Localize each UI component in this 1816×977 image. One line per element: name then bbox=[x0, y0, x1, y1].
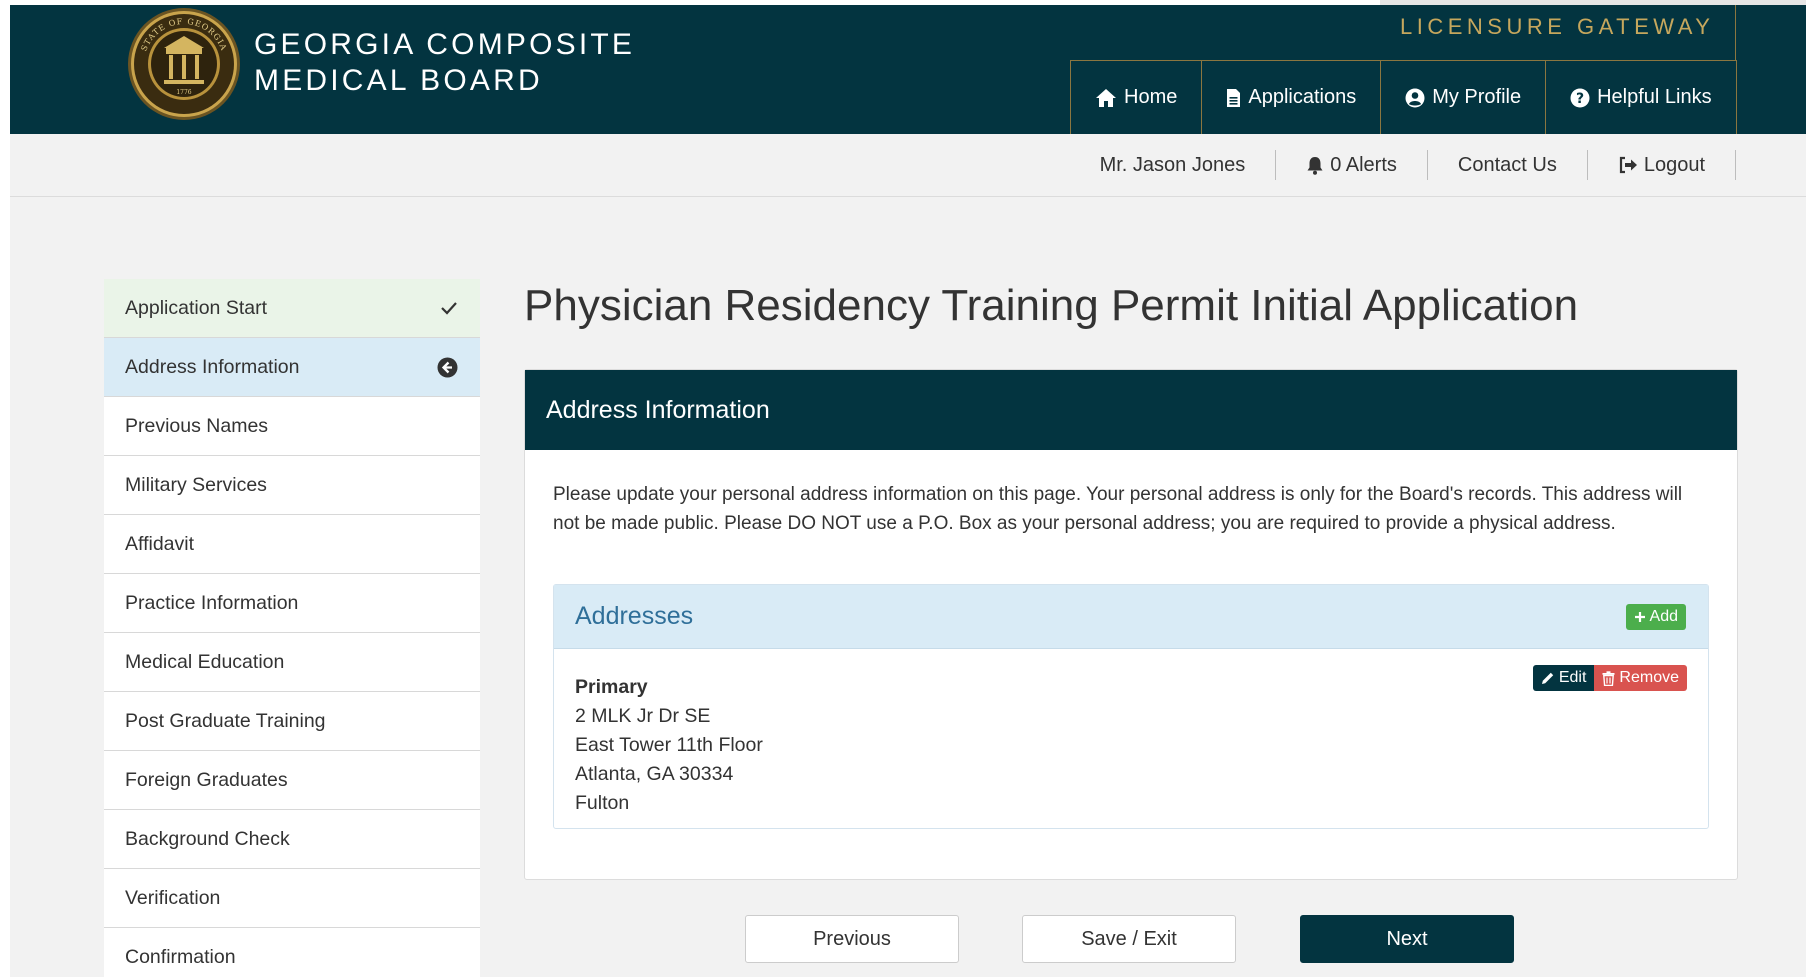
address-type: Primary bbox=[575, 676, 648, 698]
sidebar-item-label: Foreign Graduates bbox=[125, 768, 288, 791]
sidebar-item-foreign-graduates[interactable]: Foreign Graduates bbox=[104, 751, 480, 810]
sidebar-item-label: Post Graduate Training bbox=[125, 709, 326, 732]
plus-icon bbox=[1634, 611, 1645, 622]
remove-address-button[interactable]: Remove bbox=[1594, 665, 1687, 691]
sidebar-item-medical-education[interactable]: Medical Education bbox=[104, 633, 480, 692]
remove-address-label: Remove bbox=[1619, 669, 1679, 686]
previous-button-label: Previous bbox=[813, 927, 891, 950]
pencil-icon bbox=[1541, 672, 1554, 684]
brand-line-1: GEORGIA COMPOSITE bbox=[254, 28, 636, 61]
question-circle-icon: ? bbox=[1570, 88, 1590, 107]
home-icon bbox=[1096, 88, 1116, 107]
addresses-header: Addresses Add bbox=[554, 585, 1708, 649]
edit-address-button[interactable]: Edit bbox=[1532, 665, 1595, 691]
brand-line-2: MEDICAL BOARD bbox=[254, 64, 543, 97]
alerts-label: 0 Alerts bbox=[1330, 153, 1397, 176]
nav-my-profile-label: My Profile bbox=[1432, 86, 1522, 108]
page-frame: STATE OF GEORGIA 1776 GEORGIA COMPOSITE … bbox=[10, 5, 1806, 977]
application-steps-sidebar: Application Start Address Information Pr… bbox=[104, 279, 480, 977]
sidebar-item-post-graduate-training[interactable]: Post Graduate Training bbox=[104, 692, 480, 751]
addresses-title: Addresses bbox=[575, 602, 694, 630]
address-instructions: Please update your personal address info… bbox=[553, 484, 1683, 534]
address-line-1: 2 MLK Jr Dr SE bbox=[575, 705, 711, 727]
sidebar-item-application-start[interactable]: Application Start bbox=[104, 279, 480, 338]
address-information-panel: Address Information Please update your p… bbox=[524, 369, 1738, 880]
nav-applications-label: Applications bbox=[1248, 86, 1357, 108]
sidebar-item-military-services[interactable]: Military Services bbox=[104, 456, 480, 515]
sidebar-item-label: Military Services bbox=[125, 473, 267, 496]
document-icon bbox=[1227, 88, 1241, 107]
user-name-link[interactable]: Mr. Jason Jones bbox=[1070, 150, 1277, 180]
sidebar-item-practice-information[interactable]: Practice Information bbox=[104, 574, 480, 633]
logout-icon bbox=[1619, 156, 1637, 174]
user-name: Mr. Jason Jones bbox=[1099, 153, 1246, 176]
sidebar-item-label: Affidavit bbox=[125, 532, 195, 555]
save-exit-button[interactable]: Save / Exit bbox=[1022, 915, 1236, 963]
address-entry: Primary 2 MLK Jr Dr SE East Tower 11th F… bbox=[575, 673, 763, 818]
nav-applications[interactable]: Applications bbox=[1202, 61, 1382, 134]
arrow-left-circle-icon bbox=[437, 357, 458, 377]
svg-text:1776: 1776 bbox=[176, 89, 191, 96]
address-line-2: East Tower 11th Floor bbox=[575, 734, 763, 756]
panel-header: Address Information bbox=[525, 370, 1737, 450]
addresses-box: Addresses Add Primary 2 MLK Jr Dr SE Eas… bbox=[553, 584, 1709, 829]
nav-helpful-links-label: Helpful Links bbox=[1597, 86, 1712, 108]
next-button-label: Next bbox=[1386, 927, 1428, 950]
checkmark-icon bbox=[441, 302, 457, 315]
add-address-label: Add bbox=[1649, 607, 1678, 625]
window-right-edge bbox=[1806, 0, 1816, 977]
sidebar-item-label: Confirmation bbox=[125, 945, 236, 968]
sidebar-item-label: Practice Information bbox=[125, 591, 299, 614]
georgia-seal-logo: STATE OF GEORGIA 1776 bbox=[128, 8, 240, 120]
nav-home[interactable]: Home bbox=[1071, 61, 1203, 134]
sidebar-item-label: Verification bbox=[125, 886, 221, 909]
bell-icon bbox=[1307, 156, 1323, 175]
nav-helpful-links[interactable]: ? Helpful Links bbox=[1546, 61, 1736, 134]
address-city-state-zip: Atlanta, GA 30334 bbox=[575, 763, 734, 785]
sidebar-item-label: Previous Names bbox=[125, 414, 269, 437]
save-exit-button-label: Save / Exit bbox=[1081, 927, 1177, 950]
licensure-gateway-title: LICENSURE GATEWAY bbox=[1400, 14, 1715, 39]
sidebar-item-label: Medical Education bbox=[125, 650, 285, 673]
svg-text:?: ? bbox=[1576, 91, 1584, 107]
edit-address-label: Edit bbox=[1558, 669, 1587, 686]
sidebar-item-label: Background Check bbox=[125, 827, 290, 850]
user-menu: Mr. Jason Jones 0 Alerts Contact Us Logo… bbox=[1070, 150, 1736, 180]
sidebar-item-affidavit[interactable]: Affidavit bbox=[104, 515, 480, 574]
previous-button[interactable]: Previous bbox=[745, 915, 959, 963]
sidebar-item-previous-names[interactable]: Previous Names bbox=[104, 397, 480, 456]
site-header: STATE OF GEORGIA 1776 GEORGIA COMPOSITE … bbox=[10, 5, 1806, 134]
contact-us-label: Contact Us bbox=[1457, 153, 1557, 176]
contact-us-link[interactable]: Contact Us bbox=[1428, 150, 1588, 180]
page-title: Physician Residency Training Permit Init… bbox=[524, 281, 1579, 330]
alerts-link[interactable]: 0 Alerts bbox=[1276, 150, 1428, 180]
main-nav: Home Applications My Profile ? Helpful L… bbox=[1070, 60, 1737, 134]
address-actions: Edit Remove bbox=[1532, 665, 1687, 691]
nav-home-label: Home bbox=[1124, 86, 1178, 108]
brand-name: GEORGIA COMPOSITE MEDICAL BOARD bbox=[254, 27, 635, 99]
logout-link[interactable]: Logout bbox=[1588, 150, 1736, 180]
add-address-button[interactable]: Add bbox=[1625, 603, 1686, 630]
logout-label: Logout bbox=[1643, 153, 1705, 176]
user-bar: Mr. Jason Jones 0 Alerts Contact Us Logo… bbox=[10, 134, 1806, 197]
nav-divider bbox=[1735, 5, 1736, 61]
nav-my-profile[interactable]: My Profile bbox=[1381, 61, 1547, 134]
trash-icon bbox=[1602, 670, 1615, 686]
sidebar-item-label: Application Start bbox=[125, 296, 267, 319]
next-button[interactable]: Next bbox=[1300, 915, 1514, 963]
sidebar-item-label: Address Information bbox=[125, 355, 300, 378]
sidebar-item-background-check[interactable]: Background Check bbox=[104, 810, 480, 869]
user-circle-icon bbox=[1405, 88, 1425, 107]
sidebar-item-address-information[interactable]: Address Information bbox=[104, 338, 480, 397]
sidebar-item-verification[interactable]: Verification bbox=[104, 869, 480, 928]
address-county: Fulton bbox=[575, 792, 630, 814]
sidebar-item-confirmation[interactable]: Confirmation bbox=[104, 928, 480, 977]
